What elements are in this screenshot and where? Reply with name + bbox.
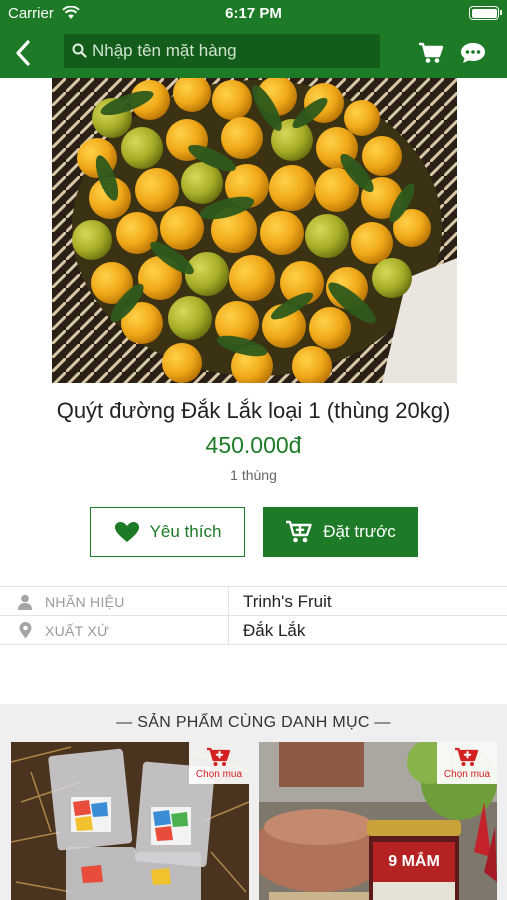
preorder-label: Đặt trước: [323, 522, 396, 541]
product-image: [52, 78, 457, 383]
search-bar[interactable]: [64, 34, 380, 68]
related-heading: — SẢN PHẨM CÙNG DANH MỤC —: [116, 714, 391, 731]
related-products-section: — SẢN PHẨM CÙNG DANH MỤC — Chọn mua 9 MẮ…: [0, 704, 507, 900]
clock: 6:17 PM: [225, 5, 282, 22]
chevron-left-icon: [16, 40, 30, 66]
cart-plus-icon: [455, 747, 479, 766]
brand-value: Trinh's Fruit: [243, 592, 332, 611]
product-title: Quýt đường Đắk Lắk loại 1 (thùng 20kg): [56, 398, 451, 423]
favorite-button[interactable]: Yêu thích: [90, 507, 245, 557]
origin-label: XUẤT XỨ: [45, 623, 110, 639]
heart-icon: [114, 522, 139, 542]
chat-button[interactable]: [458, 38, 488, 68]
battery-icon: [469, 6, 502, 20]
info-row-origin: XUẤT XỨ Đắk Lắk: [0, 616, 507, 645]
status-bar: Carrier 6:17 PM: [0, 0, 507, 28]
jar-brand-label: 9 MẮM: [388, 851, 440, 870]
info-row-brand: NHÃN HIỆU Trinh's Fruit: [0, 587, 507, 616]
buy-label: Chọn mua: [443, 768, 491, 780]
buy-button[interactable]: Chọn mua: [437, 742, 497, 784]
search-input[interactable]: [92, 34, 372, 68]
related-product-card[interactable]: 9 MẮM Chọn mua: [259, 742, 497, 900]
buy-label: Chọn mua: [195, 768, 243, 780]
brand-label: NHÃN HIỆU: [45, 594, 125, 610]
back-button[interactable]: [6, 36, 40, 70]
info-divider: [228, 587, 229, 616]
related-product-card[interactable]: Chọn mua: [11, 742, 249, 900]
cart-plus-icon: [286, 520, 312, 543]
search-icon: [72, 43, 87, 58]
info-divider: [228, 616, 229, 645]
cart-button[interactable]: [416, 38, 446, 68]
product-info-table: NHÃN HIỆU Trinh's Fruit XUẤT XỨ Đắk Lắk: [0, 586, 507, 645]
favorite-label: Yêu thích: [149, 522, 222, 541]
product-unit: 1 thùng: [230, 467, 277, 483]
buy-button[interactable]: Chọn mua: [189, 742, 249, 784]
cart-plus-icon: [207, 747, 231, 766]
cart-icon: [419, 42, 444, 63]
nav-bar: [0, 28, 507, 78]
chat-bubble-icon: [461, 43, 485, 63]
user-icon: [17, 593, 33, 610]
origin-value: Đắk Lắk: [243, 621, 306, 640]
preorder-button[interactable]: Đặt trước: [263, 507, 418, 557]
product-price: 450.000đ: [205, 432, 302, 458]
location-pin-icon: [17, 622, 33, 639]
